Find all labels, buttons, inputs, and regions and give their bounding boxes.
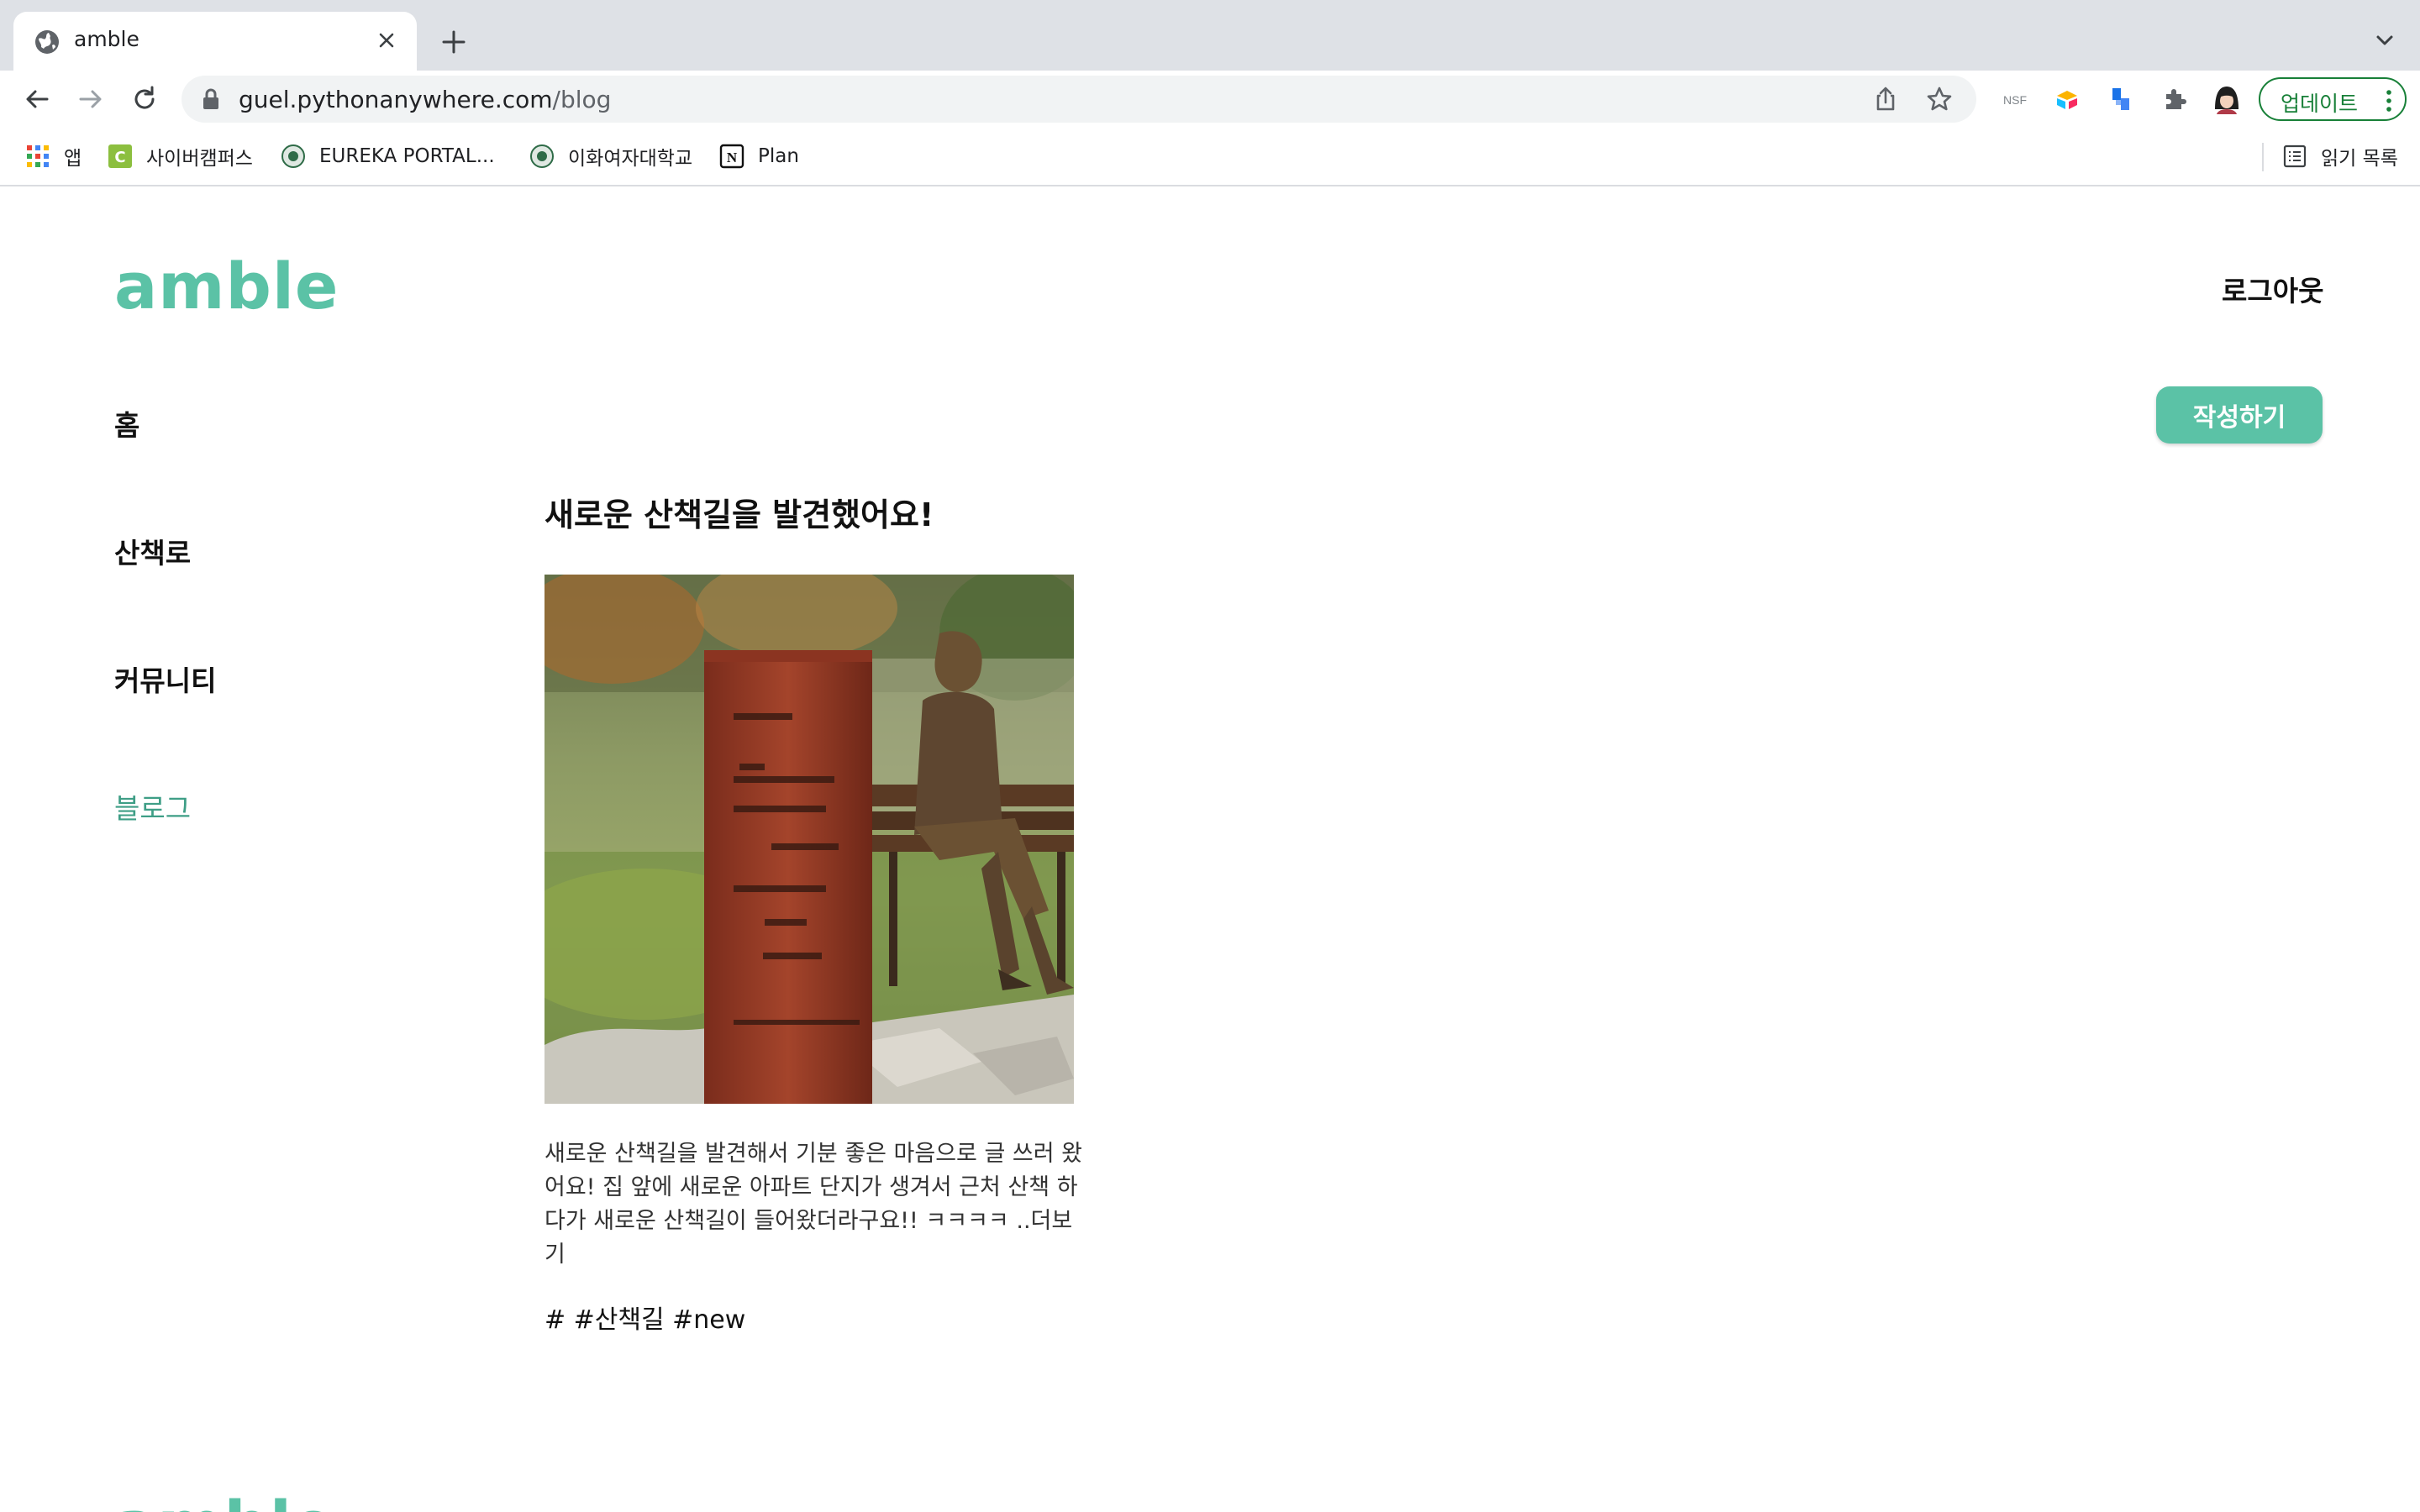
- bookmark-label: EUREKA PORTAL...: [319, 145, 495, 167]
- profile-avatar-icon[interactable]: [2212, 84, 2242, 114]
- reading-list-label: 읽기 목록: [2321, 148, 2398, 170]
- blue-extension-icon[interactable]: [2106, 84, 2136, 114]
- ewha-emblem-icon: [530, 144, 554, 168]
- write-post-button[interactable]: 작성하기: [2156, 386, 2323, 444]
- reading-list-icon: [2283, 144, 2307, 168]
- bookmark-ewha-university[interactable]: 이화여자대학교: [529, 141, 692, 171]
- url-path: /blog: [552, 86, 612, 113]
- bookmark-plan[interactable]: N Plan: [719, 141, 799, 171]
- lock-icon: [203, 88, 218, 109]
- bookmark-cybercampus[interactable]: C 사이버캠퍼스: [108, 141, 253, 171]
- logout-link[interactable]: 로그아웃: [2222, 269, 2323, 309]
- bookmark-label: 이화여자대학교: [568, 148, 693, 170]
- svg-text:N: N: [727, 150, 738, 165]
- share-icon[interactable]: [1870, 84, 1901, 114]
- globe-icon: [35, 30, 59, 54]
- nsf-extension-label: NSF: [2003, 93, 2027, 107]
- close-icon[interactable]: [371, 25, 402, 55]
- site-logo[interactable]: amble: [114, 249, 339, 323]
- post-photo: [544, 575, 1074, 1104]
- bookmarks-bar: 앱 C 사이버캠퍼스 EUREKA PORTAL... 이화여자대학교 N Pl…: [0, 128, 2420, 186]
- bookmarks-divider: [2262, 143, 2264, 171]
- address-bar[interactable]: guel.pythonanywhere.com/blog: [182, 76, 1976, 123]
- sidebar-item-blog[interactable]: 블로그: [114, 786, 191, 827]
- post-excerpt[interactable]: 새로운 산책길을 발견해서 기분 좋은 마음으로 글 쓰러 왔어요! 집 앞에 …: [544, 1137, 1082, 1272]
- sidebar-item-trails[interactable]: 산책로: [114, 531, 191, 571]
- browser-tab[interactable]: amble: [13, 12, 417, 71]
- apps-grid-icon: [27, 145, 49, 167]
- reload-icon[interactable]: [128, 82, 161, 116]
- bookmark-label: Plan: [758, 145, 799, 167]
- cybercampus-icon: C: [108, 144, 132, 168]
- sidebar-item-community[interactable]: 커뮤니티: [114, 659, 216, 699]
- footer-logo[interactable]: amble: [114, 1487, 334, 1512]
- airtable-extension-icon[interactable]: [2052, 84, 2082, 114]
- browser-toolbar: guel.pythonanywhere.com/blog NSF 업데이트: [0, 71, 2420, 128]
- bookmark-label: 사이버캠퍼스: [146, 148, 253, 170]
- browser-tab-strip: amble: [0, 0, 2420, 71]
- url-host: guel.pythonanywhere.com: [239, 86, 553, 113]
- sidebar-item-home[interactable]: 홈: [114, 403, 139, 444]
- nsf-extension-icon[interactable]: NSF: [2000, 84, 2030, 114]
- more-vertical-icon: [2386, 90, 2391, 112]
- post-tags[interactable]: # #산책길 #new: [544, 1299, 745, 1336]
- back-icon[interactable]: [20, 82, 54, 116]
- update-button-label: 업데이트: [2281, 92, 2359, 116]
- bookmark-apps[interactable]: 앱: [25, 141, 82, 171]
- tab-title: amble: [74, 27, 139, 51]
- ewha-emblem-icon: [281, 144, 305, 168]
- svg-text:C: C: [114, 149, 125, 166]
- post-title[interactable]: 새로운 산책길을 발견했어요!: [544, 489, 934, 535]
- reading-list-button[interactable]: 읽기 목록: [2282, 141, 2398, 171]
- new-tab-icon[interactable]: [437, 25, 471, 59]
- url-text: guel.pythonanywhere.com/blog: [239, 86, 611, 113]
- forward-icon[interactable]: [74, 82, 108, 116]
- star-icon[interactable]: [1924, 84, 1954, 114]
- extensions-puzzle-icon[interactable]: [2160, 84, 2190, 114]
- bookmark-label: 앱: [64, 148, 82, 170]
- tab-search-chevron-icon[interactable]: [2371, 27, 2398, 54]
- notion-icon: N: [719, 144, 744, 169]
- update-button[interactable]: 업데이트: [2259, 77, 2407, 121]
- bookmark-eureka-portal[interactable]: EUREKA PORTAL...: [281, 141, 495, 171]
- post-image[interactable]: [544, 575, 1074, 1104]
